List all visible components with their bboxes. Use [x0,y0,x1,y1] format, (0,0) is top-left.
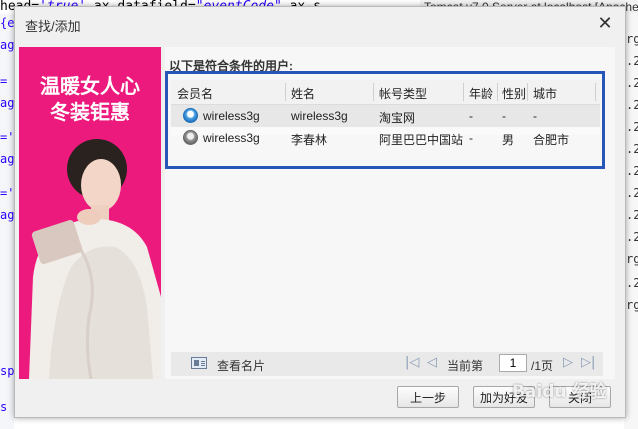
gutter-text: s [0,400,8,414]
gutter-text: {e [0,16,15,30]
highlight-annotation [165,71,605,169]
gutter-text: rg [626,298,638,312]
gutter-text: .2 [626,76,638,90]
gutter-text: sp [0,364,15,378]
gutter-text: .2 [626,142,638,156]
gutter-text: .2 [626,120,638,134]
close-icon[interactable]: ✕ [595,14,615,34]
page-number-input[interactable] [499,354,527,372]
gutter-text: .2 [626,186,638,200]
prev-page-icon[interactable]: ◁ [427,355,437,370]
gutter-text: ag [0,208,15,222]
gutter-text: rg [626,252,638,266]
ad-banner[interactable]: 温暖女人心 冬装钜惠 [19,47,161,379]
gutter-text: =' [0,186,15,200]
gutter-text: ag [0,38,15,52]
gutter-text: .2 [626,98,638,112]
right-gutter: rg .2 .2 .2 .2 .2 .2 .2 .2 .2 rg .2 rg [624,14,638,429]
current-page-label: 当前第 [447,359,484,373]
ad-model-image [29,139,161,379]
gutter-text: .2 [626,276,638,290]
gutter-text: ag [0,152,15,166]
dialog-title: 查找/添加 [25,19,81,34]
gutter-text: .2 [626,164,638,178]
watermark: Baidu 经验 [512,382,607,402]
total-pages-label: /1页 [531,359,554,373]
first-page-icon[interactable]: |◁ [405,355,419,370]
gutter-text: .2 [626,54,638,68]
view-card-link[interactable]: 查看名片 [217,357,265,374]
find-add-dialog: 查找/添加 ✕ 温暖女人心 冬装钜惠 以下是符合条件的用户: 会员名 姓名 帐号… [14,6,626,418]
next-page-icon[interactable]: ▷ [563,355,573,370]
left-gutter: {e ag = ag =' ag =' ag sp s [0,14,14,429]
gutter-text: =' [0,130,15,144]
gutter-text: ag [0,96,15,110]
business-card-icon[interactable] [191,357,207,369]
gutter-text: .2 [626,230,638,244]
gutter-text: rg [626,32,638,46]
gutter-text: .2 [626,208,638,222]
last-page-icon[interactable]: ▷| [581,355,595,370]
gutter-text: = [0,74,8,88]
pager-bar: 查看名片 |◁ ◁ 当前第 /1页 ▷ ▷| [171,352,603,376]
dialog-titlebar[interactable]: 查找/添加 ✕ [15,7,625,41]
back-button[interactable]: 上一步 [397,386,459,408]
